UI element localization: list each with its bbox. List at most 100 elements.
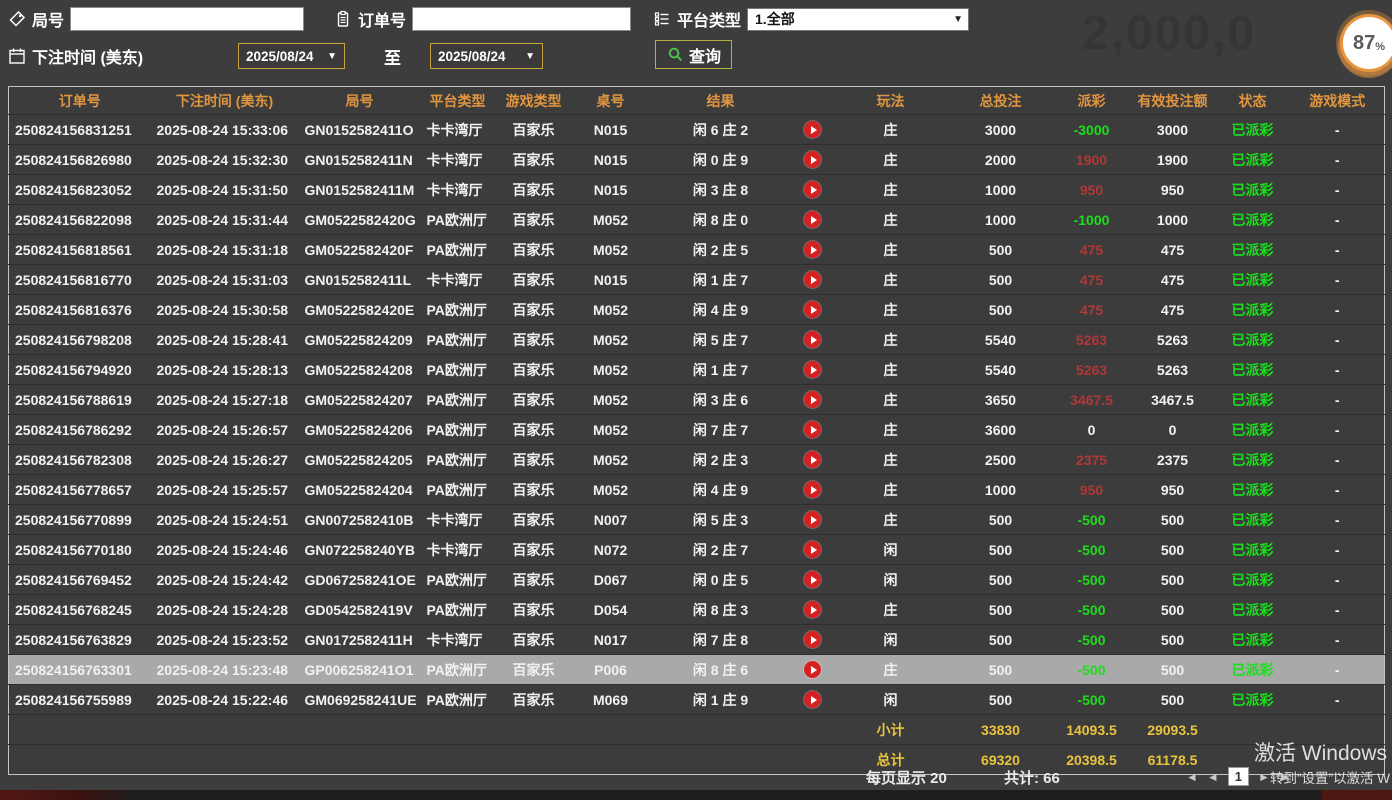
play-icon[interactable] — [804, 631, 821, 648]
play-icon[interactable] — [804, 211, 821, 228]
cell-mode: - — [1291, 265, 1385, 295]
table-row[interactable]: 250824156794920 2025-08-24 15:28:13 GM05… — [9, 355, 1385, 385]
play-icon[interactable] — [804, 361, 821, 378]
table-row[interactable]: 250824156788619 2025-08-24 15:27:18 GM05… — [9, 385, 1385, 415]
play-icon[interactable] — [804, 301, 821, 318]
play-icon[interactable] — [804, 451, 821, 468]
platform-select[interactable]: 1.全部 ▼ — [747, 8, 969, 31]
date-from-picker[interactable]: 2025/08/24 ▼ — [238, 43, 345, 69]
table-row[interactable]: 250824156782308 2025-08-24 15:26:27 GM05… — [9, 445, 1385, 475]
table-row[interactable]: 250824156818561 2025-08-24 15:31:18 GM05… — [9, 235, 1385, 265]
cell-total-bet: 3600 — [949, 415, 1053, 445]
play-triangle — [811, 696, 817, 704]
cell-mode: - — [1291, 625, 1385, 655]
table-row[interactable]: 250824156769452 2025-08-24 15:24:42 GD06… — [9, 565, 1385, 595]
cell-platform: PA欧洲厅 — [421, 415, 495, 445]
cell-valid-bet: 2375 — [1131, 445, 1215, 475]
play-icon[interactable] — [804, 481, 821, 498]
cell-order-id: 250824156755989 — [9, 685, 151, 715]
cell-valid-bet: 500 — [1131, 505, 1215, 535]
play-icon[interactable] — [804, 241, 821, 258]
current-page-number[interactable]: 1 — [1228, 767, 1249, 786]
play-icon[interactable] — [804, 571, 821, 588]
col-header-payout: 派彩 — [1053, 87, 1131, 115]
cell-round-no: GM069258241UE — [299, 685, 421, 715]
play-triangle — [811, 156, 817, 164]
platform-select-value: 1.全部 — [755, 9, 795, 29]
play-triangle — [811, 396, 817, 404]
cell-table-no: N015 — [573, 145, 649, 175]
table-row[interactable]: 250824156786292 2025-08-24 15:26:57 GM05… — [9, 415, 1385, 445]
cell-valid-bet: 950 — [1131, 175, 1215, 205]
cell-mode: - — [1291, 565, 1385, 595]
table-row[interactable]: 250824156763301 2025-08-24 15:23:48 GP00… — [9, 655, 1385, 685]
play-icon[interactable] — [804, 541, 821, 558]
cell-play: 闲 — [833, 685, 949, 715]
cell-table-no: M069 — [573, 685, 649, 715]
query-button[interactable]: 查询 — [655, 40, 732, 69]
table-row[interactable]: 250824156778657 2025-08-24 15:25:57 GM05… — [9, 475, 1385, 505]
table-row[interactable]: 250824156822098 2025-08-24 15:31:44 GM05… — [9, 205, 1385, 235]
next-page-icon[interactable]: ► — [1258, 770, 1270, 784]
cell-table-no: N017 — [573, 625, 649, 655]
cell-replay — [793, 205, 833, 235]
cell-table-no: N072 — [573, 535, 649, 565]
order-input[interactable] — [412, 7, 631, 31]
first-page-icon[interactable]: ◄ — [1186, 770, 1198, 784]
play-icon[interactable] — [804, 271, 821, 288]
cell-status: 已派彩 — [1215, 205, 1291, 235]
cell-play: 闲 — [833, 535, 949, 565]
cell-order-id: 250824156798208 — [9, 325, 151, 355]
play-icon[interactable] — [804, 601, 821, 618]
order-filter: 订单号 — [334, 6, 631, 32]
round-input[interactable] — [70, 7, 304, 31]
cell-replay — [793, 625, 833, 655]
table-row[interactable]: 250824156798208 2025-08-24 15:28:41 GM05… — [9, 325, 1385, 355]
play-icon[interactable] — [804, 331, 821, 348]
cell-payout: 0 — [1053, 415, 1131, 445]
cell-replay — [793, 475, 833, 505]
table-row[interactable]: 250824156831251 2025-08-24 15:33:06 GN01… — [9, 115, 1385, 145]
cell-platform: 卡卡湾厅 — [421, 625, 495, 655]
cell-total-bet: 500 — [949, 265, 1053, 295]
play-icon[interactable] — [804, 661, 821, 678]
table-row[interactable]: 250824156770180 2025-08-24 15:24:46 GN07… — [9, 535, 1385, 565]
cell-round-no: GN072258240YB — [299, 535, 421, 565]
table-row[interactable]: 250824156763829 2025-08-24 15:23:52 GN01… — [9, 625, 1385, 655]
play-icon[interactable] — [804, 181, 821, 198]
play-icon[interactable] — [804, 151, 821, 168]
cell-replay — [793, 295, 833, 325]
table-row[interactable]: 250824156770899 2025-08-24 15:24:51 GN00… — [9, 505, 1385, 535]
cell-payout: 475 — [1053, 265, 1131, 295]
cell-mode: - — [1291, 325, 1385, 355]
play-icon[interactable] — [804, 511, 821, 528]
table-row[interactable]: 250824156816770 2025-08-24 15:31:03 GN01… — [9, 265, 1385, 295]
cell-platform: PA欧洲厅 — [421, 385, 495, 415]
cell-payout: 3467.5 — [1053, 385, 1131, 415]
date-to-picker[interactable]: 2025/08/24 ▼ — [430, 43, 543, 69]
cell-round-no: GN0072582410B — [299, 505, 421, 535]
play-icon[interactable] — [804, 421, 821, 438]
cell-play: 闲 — [833, 565, 949, 595]
table-row[interactable]: 250824156816376 2025-08-24 15:30:58 GM05… — [9, 295, 1385, 325]
bottom-strip — [0, 790, 1392, 800]
play-triangle — [811, 216, 817, 224]
cell-valid-bet: 3467.5 — [1131, 385, 1215, 415]
col-header-game-type: 游戏类型 — [495, 87, 573, 115]
cell-game-type: 百家乐 — [495, 415, 573, 445]
cell-order-id: 250824156770180 — [9, 535, 151, 565]
cell-mode: - — [1291, 475, 1385, 505]
cell-bet-time: 2025-08-24 15:25:57 — [151, 475, 299, 505]
cell-total-bet: 500 — [949, 595, 1053, 625]
play-icon[interactable] — [804, 391, 821, 408]
table-row[interactable]: 250824156823052 2025-08-24 15:31:50 GN01… — [9, 175, 1385, 205]
cell-mode: - — [1291, 535, 1385, 565]
play-icon[interactable] — [804, 121, 821, 138]
table-row[interactable]: 250824156768245 2025-08-24 15:24:28 GD05… — [9, 595, 1385, 625]
prev-page-icon[interactable]: ◄ — [1207, 770, 1219, 784]
play-icon[interactable] — [804, 691, 821, 708]
table-row[interactable]: 250824156755989 2025-08-24 15:22:46 GM06… — [9, 685, 1385, 715]
play-triangle — [811, 666, 817, 674]
cell-mode: - — [1291, 685, 1385, 715]
table-row[interactable]: 250824156826980 2025-08-24 15:32:30 GN01… — [9, 145, 1385, 175]
